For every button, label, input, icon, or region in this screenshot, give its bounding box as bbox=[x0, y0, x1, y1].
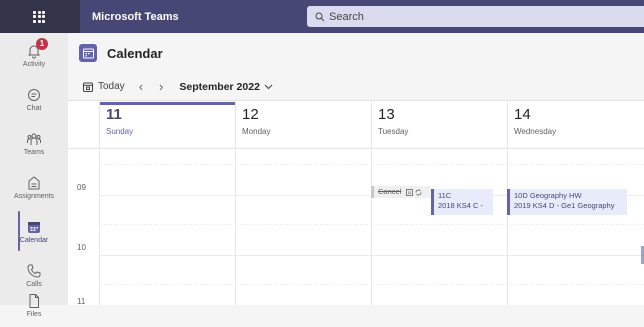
column-divider bbox=[235, 150, 236, 305]
app-title: Microsoft Teams bbox=[92, 10, 179, 23]
day-name: Wednesday bbox=[514, 127, 557, 136]
hour-label: 09 bbox=[77, 183, 86, 192]
next-arrow-icon[interactable]: › bbox=[159, 79, 163, 94]
calendar-event[interactable]: 10D Geography HW 2019 KS4 D - Ge1 Geogra… bbox=[507, 189, 627, 215]
rail-label: Chat bbox=[26, 104, 42, 112]
note-icon bbox=[406, 188, 414, 196]
search-input[interactable]: Search bbox=[307, 6, 644, 27]
month-label: September 2022 bbox=[179, 80, 260, 93]
hour-label: 10 bbox=[77, 243, 86, 252]
activity-badge: 1 bbox=[36, 37, 48, 50]
today-icon bbox=[83, 82, 93, 92]
day-number: 14 bbox=[514, 106, 531, 123]
day-name: Monday bbox=[242, 127, 271, 136]
waffle-icon bbox=[33, 10, 45, 23]
rail-item-activity[interactable]: 1 Activity bbox=[0, 33, 68, 77]
recurring-icon bbox=[416, 189, 422, 195]
bell-icon: 1 bbox=[26, 37, 48, 59]
rail-label: Activity bbox=[22, 60, 46, 68]
rail-label: Files bbox=[26, 310, 42, 318]
cancelled-event[interactable]: Cancel bbox=[371, 186, 431, 198]
event-title: 10D Geography HW bbox=[514, 191, 582, 200]
page-title: Calendar bbox=[107, 45, 163, 61]
day-number: 12 bbox=[242, 106, 259, 123]
hour-line bbox=[99, 255, 644, 256]
day-name: Tuesday bbox=[378, 127, 409, 136]
previous-arrow-icon[interactable]: ‹ bbox=[139, 79, 143, 94]
cancel-label: Cancel bbox=[378, 187, 402, 196]
day-header-row: 11 Sunday 12 Monday 13 Tuesday 14 Wednes… bbox=[68, 102, 644, 149]
day-header-monday[interactable]: 12 Monday bbox=[235, 102, 371, 149]
title-bar: Microsoft Teams Search bbox=[0, 0, 644, 33]
month-picker[interactable]: September 2022 bbox=[179, 81, 273, 93]
calendar-icon bbox=[26, 219, 42, 235]
rail-label: Calendar bbox=[19, 236, 49, 244]
half-hour-line bbox=[99, 284, 644, 285]
assignments-icon bbox=[26, 175, 42, 191]
teams-icon bbox=[26, 131, 42, 147]
chevron-down-icon bbox=[264, 84, 273, 90]
rail-item-assignments[interactable]: Assignments bbox=[0, 165, 68, 209]
half-hour-line bbox=[99, 224, 644, 225]
day-header-sunday[interactable]: 11 Sunday bbox=[99, 102, 235, 149]
chat-icon bbox=[26, 87, 42, 103]
event-subtitle: 2018 KS4 C - bbox=[438, 201, 484, 210]
time-grid[interactable]: 09 10 11 Cancel 11C 2018 KS4 C - 10D Geo… bbox=[68, 150, 644, 306]
file-icon bbox=[26, 293, 42, 309]
day-number: 11 bbox=[106, 106, 122, 123]
calendar-toolbar: Today ‹ › September 2022 bbox=[68, 73, 644, 101]
day-name: Sunday bbox=[106, 127, 134, 136]
event-title: 11C bbox=[438, 191, 452, 200]
half-hour-line bbox=[99, 164, 644, 165]
day-header-tuesday[interactable]: 13 Tuesday bbox=[371, 102, 507, 149]
calendar-main: Calendar Today ‹ › September 2022 11 Sun… bbox=[68, 33, 644, 306]
day-number: 13 bbox=[378, 106, 395, 123]
rail-label: Teams bbox=[23, 148, 45, 156]
calendar-app-icon bbox=[79, 44, 97, 62]
column-divider bbox=[507, 150, 508, 305]
app-launcher-button[interactable] bbox=[0, 0, 80, 33]
rail-label: Assignments bbox=[13, 192, 55, 200]
today-button[interactable]: Today bbox=[83, 81, 125, 92]
column-divider bbox=[99, 150, 100, 305]
search-placeholder: Search bbox=[329, 10, 364, 23]
rail-item-teams[interactable]: Teams bbox=[0, 121, 68, 165]
rail-item-chat[interactable]: Chat bbox=[0, 77, 68, 121]
calendar-header: Calendar bbox=[68, 33, 644, 73]
app-bar: 1 Activity Chat Teams Assignments Calend… bbox=[0, 33, 68, 318]
event-subtitle: 2019 KS4 D - Ge1 Geography bbox=[514, 201, 615, 210]
calendar-event[interactable]: 11C 2018 KS4 C - bbox=[431, 189, 493, 215]
column-divider bbox=[371, 150, 372, 305]
search-icon bbox=[315, 12, 325, 21]
today-label: Today bbox=[98, 81, 125, 92]
day-header-wednesday[interactable]: 14 Wednesday bbox=[507, 102, 644, 149]
rail-item-files[interactable]: Files bbox=[0, 283, 68, 327]
phone-icon bbox=[26, 263, 42, 279]
rail-item-calendar[interactable]: Calendar bbox=[0, 209, 68, 253]
